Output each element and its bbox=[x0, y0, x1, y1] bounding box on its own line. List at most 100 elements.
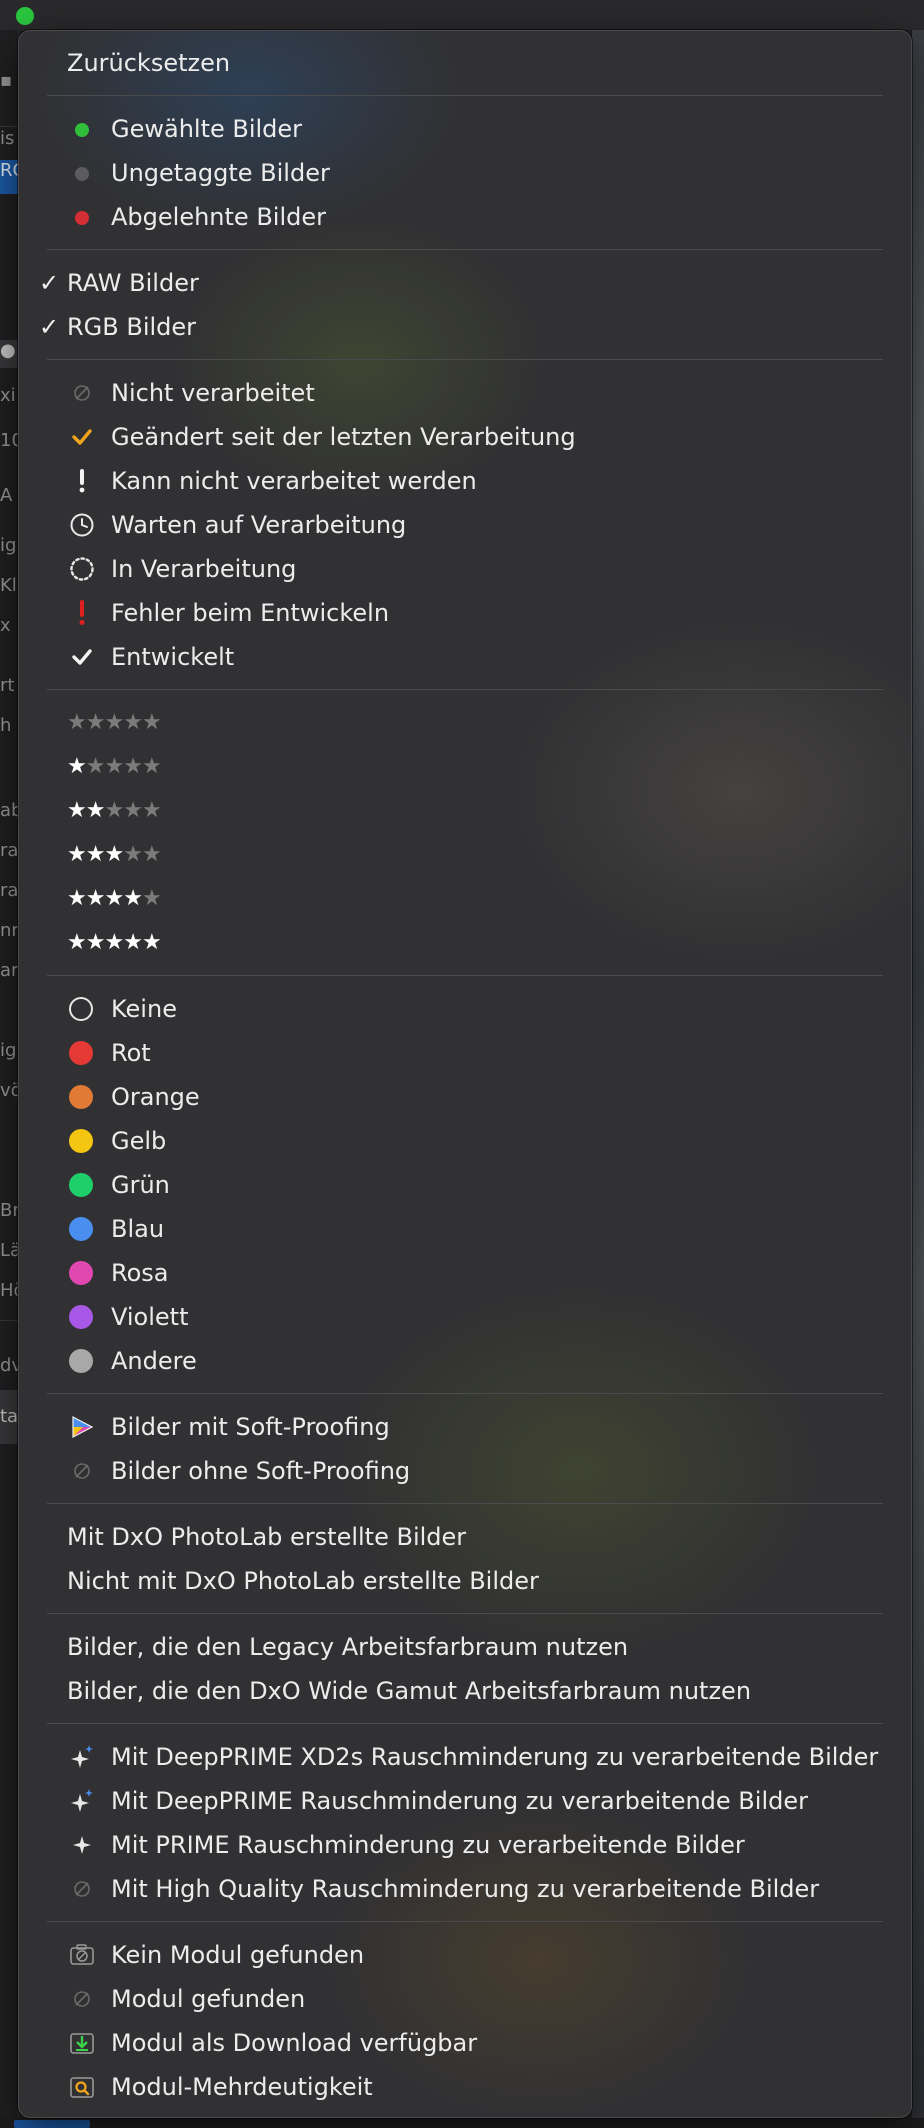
menu-item-label: Gewählte Bilder bbox=[111, 115, 303, 143]
menu-item-color-red[interactable]: Rot bbox=[19, 1033, 911, 1073]
menu-item-color-blue[interactable]: Blau bbox=[19, 1209, 911, 1249]
menu-item-untagged-images[interactable]: Ungetaggte Bilder bbox=[19, 153, 911, 193]
menu-separator bbox=[47, 1393, 883, 1394]
menu-item-label: Entwickelt bbox=[111, 643, 235, 671]
panel-fragment: Hö bbox=[0, 1280, 18, 1301]
menu-separator bbox=[47, 975, 883, 976]
menu-item-rating-3[interactable]: ★★★★★ bbox=[19, 835, 911, 875]
menu-item-picked-images[interactable]: Gewählte Bilder bbox=[19, 109, 911, 149]
star-rating-icon: ★★★★★ bbox=[67, 930, 162, 955]
panel-fragment: ra bbox=[0, 880, 18, 901]
menu-separator bbox=[47, 1921, 883, 1922]
menu-item-label: Geändert seit der letzten Verarbeitung bbox=[111, 423, 576, 451]
menu-item-label: RAW Bilder bbox=[67, 269, 199, 297]
menu-item-label: Zurücksetzen bbox=[67, 49, 231, 77]
panel-fragment-selected[interactable]: RG bbox=[0, 160, 18, 194]
menu-item-cannot-process[interactable]: Kann nicht verarbeitet werden bbox=[19, 461, 911, 501]
menu-item-module-ambiguity[interactable]: Modul-Mehrdeutigkeit bbox=[19, 2067, 911, 2107]
menu-item-label: In Verarbeitung bbox=[111, 555, 297, 583]
menu-item-rating-0[interactable]: ★★★★★ bbox=[19, 703, 911, 743]
gray-dot-icon bbox=[75, 167, 89, 181]
menu-item-deepprime-xd2s[interactable]: Mit DeepPRIME XD2s Rauschminderung zu ve… bbox=[19, 1737, 911, 1777]
menu-item-without-soft-proofing[interactable]: Bilder ohne Soft-Proofing bbox=[19, 1451, 911, 1491]
panel-fragment: dv bbox=[0, 1355, 18, 1376]
menu-item-rating-4[interactable]: ★★★★★ bbox=[19, 879, 911, 919]
menu-item-color-green[interactable]: Grün bbox=[19, 1165, 911, 1205]
star-rating-icon: ★★★★★ bbox=[67, 886, 162, 911]
panel-fragment: ar bbox=[0, 960, 18, 981]
menu-item-reset[interactable]: Zurücksetzen bbox=[19, 43, 911, 83]
menu-item-label: Mit High Quality Rauschminderung zu vera… bbox=[111, 1875, 820, 1903]
menu-item-wide-gamut-colorspace[interactable]: Bilder, die den DxO Wide Gamut Arbeitsfa… bbox=[19, 1671, 911, 1711]
menu-item-modified-since-processing[interactable]: Geändert seit der letzten Verarbeitung bbox=[19, 417, 911, 457]
panel-fragment[interactable]: ta bbox=[0, 1390, 18, 1444]
bottom-bar-button[interactable] bbox=[14, 2120, 90, 2128]
clock-icon bbox=[70, 513, 94, 537]
menu-item-label: Bilder mit Soft-Proofing bbox=[111, 1413, 390, 1441]
menu-separator bbox=[47, 249, 883, 250]
menu-item-color-violet[interactable]: Violett bbox=[19, 1297, 911, 1337]
panel-fragment: Br bbox=[0, 1200, 18, 1221]
download-icon bbox=[70, 2033, 94, 2054]
not-applicable-icon bbox=[74, 1991, 90, 2007]
panel-fragment: is bbox=[0, 128, 15, 149]
menu-item-label: Mit DxO PhotoLab erstellte Bilder bbox=[67, 1523, 467, 1551]
menu-separator bbox=[47, 95, 883, 96]
menu-item-not-created-with-photolab[interactable]: Nicht mit DxO PhotoLab erstellte Bilder bbox=[19, 1561, 911, 1601]
menu-item-no-module[interactable]: Kein Modul gefunden bbox=[19, 1935, 911, 1975]
menu-item-label: Bilder, die den Legacy Arbeitsfarbraum n… bbox=[67, 1633, 629, 1661]
menu-item-label: RGB Bilder bbox=[67, 313, 197, 341]
panel-fragment: xi bbox=[0, 385, 16, 406]
menu-item-rejected-images[interactable]: Abgelehnte Bilder bbox=[19, 197, 911, 237]
menu-item-label: Rosa bbox=[111, 1259, 169, 1287]
menu-item-development-error[interactable]: Fehler beim Entwickeln bbox=[19, 593, 911, 633]
panel-fragment: Kl bbox=[0, 575, 17, 596]
menu-item-color-pink[interactable]: Rosa bbox=[19, 1253, 911, 1293]
panel-fragment: x bbox=[0, 615, 11, 636]
sparkle-blue-icon bbox=[71, 1745, 93, 1768]
menu-item-rating-2[interactable]: ★★★★★ bbox=[19, 791, 911, 831]
menu-item-legacy-colorspace[interactable]: Bilder, die den Legacy Arbeitsfarbraum n… bbox=[19, 1627, 911, 1667]
menu-item-in-processing[interactable]: In Verarbeitung bbox=[19, 549, 911, 589]
menu-item-module-found[interactable]: Modul gefunden bbox=[19, 1979, 911, 2019]
menu-item-high-quality[interactable]: Mit High Quality Rauschminderung zu vera… bbox=[19, 1869, 911, 1909]
soft-proofing-icon bbox=[72, 1416, 94, 1438]
menu-separator bbox=[47, 1503, 883, 1504]
panel-fragment: 10 bbox=[0, 430, 18, 451]
menu-item-label: Mit PRIME Rauschminderung zu verarbeiten… bbox=[111, 1831, 745, 1859]
menu-item-label: Orange bbox=[111, 1083, 200, 1111]
panel-fragment: ig bbox=[0, 535, 17, 556]
menu-item-label: Grün bbox=[111, 1171, 170, 1199]
menu-item-label: Warten auf Verarbeitung bbox=[111, 511, 407, 539]
menu-separator bbox=[47, 1613, 883, 1614]
panel-fragment: vö bbox=[0, 1080, 18, 1101]
star-rating-icon: ★★★★★ bbox=[67, 710, 162, 735]
menu-item-raw-images[interactable]: ✓ RAW Bilder bbox=[19, 263, 911, 303]
menu-item-rating-5[interactable]: ★★★★★ bbox=[19, 923, 911, 963]
panel-fragment: A bbox=[0, 485, 13, 506]
menu-item-with-soft-proofing[interactable]: Bilder mit Soft-Proofing bbox=[19, 1407, 911, 1447]
menu-item-developed[interactable]: Entwickelt bbox=[19, 637, 911, 677]
menu-item-module-download[interactable]: Modul als Download verfügbar bbox=[19, 2023, 911, 2063]
window-titlebar bbox=[0, 0, 924, 30]
menu-item-label: Bilder, die den DxO Wide Gamut Arbeitsfa… bbox=[67, 1677, 752, 1705]
menu-item-rating-1[interactable]: ★★★★★ bbox=[19, 747, 911, 787]
menu-item-color-none[interactable]: Keine bbox=[19, 989, 911, 1029]
menu-item-deepprime[interactable]: Mit DeepPRIME Rauschminderung zu verarbe… bbox=[19, 1781, 911, 1821]
menu-item-rgb-images[interactable]: ✓ RGB Bilder bbox=[19, 307, 911, 347]
menu-item-created-with-photolab[interactable]: Mit DxO PhotoLab erstellte Bilder bbox=[19, 1517, 911, 1557]
menu-item-not-processed[interactable]: Nicht verarbeitet bbox=[19, 373, 911, 413]
sparkle-icon bbox=[73, 1836, 91, 1854]
menu-item-label: Mit DeepPRIME XD2s Rauschminderung zu ve… bbox=[111, 1743, 879, 1771]
menu-item-color-yellow[interactable]: Gelb bbox=[19, 1121, 911, 1161]
menu-item-label: Gelb bbox=[111, 1127, 167, 1155]
menu-item-prime[interactable]: Mit PRIME Rauschminderung zu verarbeiten… bbox=[19, 1825, 911, 1865]
menu-item-color-orange[interactable]: Orange bbox=[19, 1077, 911, 1117]
panel-fragment: ab bbox=[0, 800, 18, 821]
gray-circle-icon bbox=[69, 1349, 93, 1373]
menu-item-color-other[interactable]: Andere bbox=[19, 1341, 911, 1381]
window-zoom-button[interactable] bbox=[16, 7, 34, 25]
menu-item-label: Andere bbox=[111, 1347, 197, 1375]
menu-item-label: Kann nicht verarbeitet werden bbox=[111, 467, 477, 495]
menu-item-waiting-processing[interactable]: Warten auf Verarbeitung bbox=[19, 505, 911, 545]
